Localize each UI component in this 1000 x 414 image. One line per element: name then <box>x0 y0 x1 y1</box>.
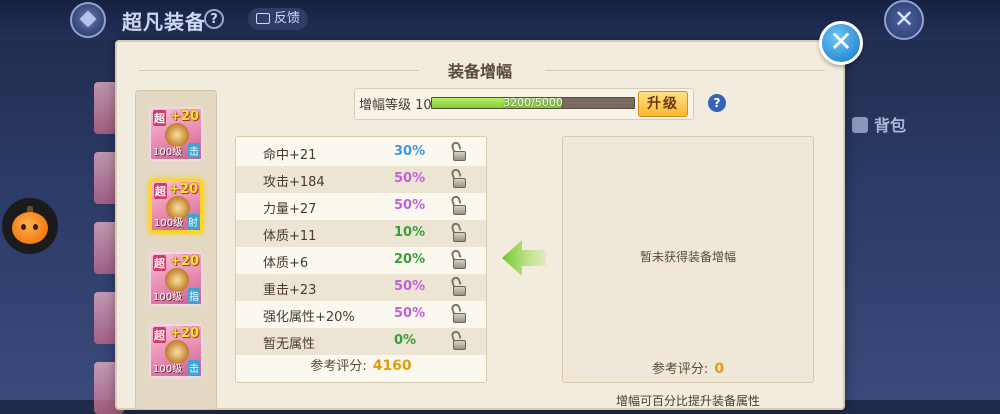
item-plus-level: +20 <box>170 326 199 341</box>
item-super-badge: 超 <box>153 255 166 271</box>
item-slot[interactable]: 超 +20 100级 击 <box>149 324 203 378</box>
item-type-tag: 击 <box>188 143 200 158</box>
upgrade-button[interactable]: 升级 <box>638 91 688 117</box>
item-type-tag: 击 <box>188 360 200 375</box>
stat-name: 暂无属性 <box>263 337 316 352</box>
item-level: 100级 <box>153 147 183 158</box>
item-level: 100级 <box>153 292 183 303</box>
enhance-note: 增幅可百分比提升装备属性 <box>615 394 760 408</box>
item-slot[interactable]: 超 +20 100级 击 <box>149 107 203 161</box>
item-type-tag: 射 <box>187 214 199 229</box>
page-title: 超凡装备 <box>122 10 206 34</box>
unlock-icon[interactable] <box>450 167 468 188</box>
stat-name: 体质+11 <box>263 229 317 244</box>
enhance-progress-bar: 3200/5000 <box>431 97 635 109</box>
item-plus-level: +20 <box>169 182 198 197</box>
stat-row: 力量+27 50% <box>236 193 486 220</box>
unlock-icon[interactable] <box>450 302 468 323</box>
stat-percent: 0% <box>394 333 417 348</box>
score-value: 0 <box>714 361 725 377</box>
unlock-icon[interactable] <box>450 329 468 350</box>
stat-percent: 10% <box>394 225 426 240</box>
pumpkin-mascot-icon[interactable] <box>2 198 58 254</box>
reference-score: 参考评分: 4160 <box>236 355 486 381</box>
message-icon <box>256 13 270 24</box>
stat-name: 重击+23 <box>263 283 317 298</box>
backpack-icon <box>852 117 868 133</box>
stat-row: 体质+6 20% <box>236 247 486 274</box>
item-super-badge: 超 <box>153 110 166 126</box>
stat-percent: 30% <box>394 144 426 159</box>
stat-row: 暂无属性 0% <box>236 328 486 355</box>
feedback-button[interactable]: 反馈 <box>248 8 309 30</box>
item-plus-level: +20 <box>170 254 199 269</box>
backpack-tab[interactable]: 背包 <box>852 112 906 136</box>
stat-name: 攻击+184 <box>263 175 325 190</box>
help-icon[interactable]: ? <box>708 94 726 112</box>
top-close-button[interactable]: ✕ <box>884 0 924 40</box>
stat-percent: 50% <box>394 171 426 186</box>
unlock-icon[interactable] <box>450 275 468 296</box>
equipment-emblem-icon <box>70 2 106 38</box>
stat-percent: 50% <box>394 306 426 321</box>
unlock-icon[interactable] <box>450 140 468 161</box>
stat-percent: 20% <box>394 252 426 267</box>
stat-name: 力量+27 <box>263 202 317 217</box>
unlock-icon[interactable] <box>450 194 468 215</box>
arrow-left-icon <box>502 240 546 276</box>
stat-row: 体质+11 10% <box>236 220 486 247</box>
panel-close-button[interactable]: ✕ <box>819 21 863 65</box>
help-icon[interactable]: ? <box>204 9 224 29</box>
item-level: 100级 <box>153 364 183 375</box>
result-reference-score: 参考评分: 0 <box>562 358 814 377</box>
stat-name: 强化属性+20% <box>263 310 355 325</box>
item-type-tag: 指 <box>188 288 200 303</box>
stat-percent: 50% <box>394 279 426 294</box>
stat-name: 体质+6 <box>263 256 309 271</box>
feedback-label: 反馈 <box>274 11 301 26</box>
item-plus-level: +20 <box>170 109 199 124</box>
item-super-badge: 超 <box>153 327 166 343</box>
backpack-label: 背包 <box>874 116 907 135</box>
stat-percent: 50% <box>394 198 426 213</box>
score-label: 参考评分: <box>651 362 709 377</box>
item-slot[interactable]: 超 +20 100级 指 <box>149 252 203 306</box>
enhance-level-label: 增幅等级 10 <box>359 98 432 113</box>
empty-state-text: 暂未获得装备增幅 <box>639 250 736 264</box>
stat-row: 命中+21 30% <box>236 139 486 166</box>
score-label: 参考评分: <box>310 359 367 374</box>
item-super-badge: 超 <box>154 183 167 199</box>
score-value: 4160 <box>372 358 412 374</box>
panel-title: 装备增幅 <box>447 62 512 81</box>
stat-row: 重击+23 50% <box>236 274 486 301</box>
stat-row: 强化属性+20% 50% <box>236 301 486 328</box>
item-slot-selected[interactable]: 超 +20 100级 射 <box>149 179 203 233</box>
item-level: 100级 <box>154 218 184 229</box>
stat-row: 攻击+184 50% <box>236 166 486 193</box>
unlock-icon[interactable] <box>450 221 468 242</box>
unlock-icon[interactable] <box>450 248 468 269</box>
progress-text: 3200/5000 <box>503 97 563 109</box>
stat-name: 命中+21 <box>263 148 317 163</box>
